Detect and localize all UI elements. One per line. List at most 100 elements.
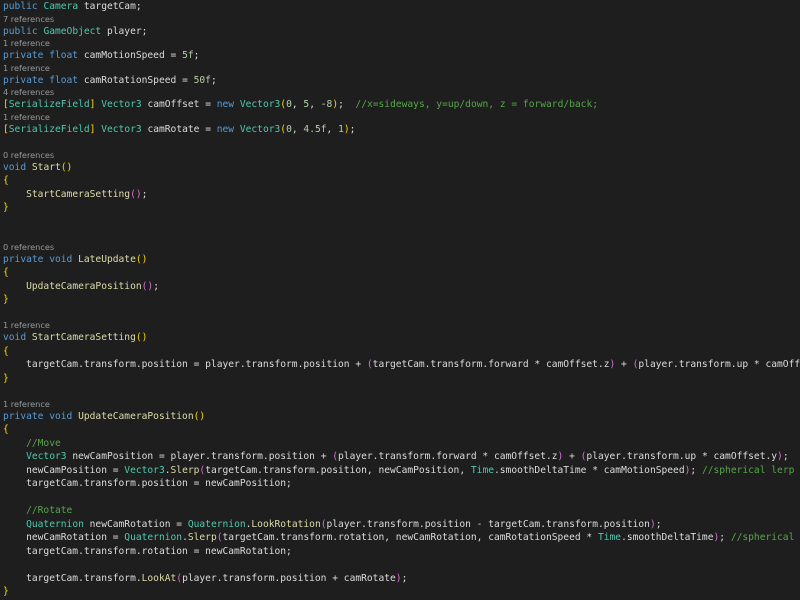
code-token: Vector3 [239, 123, 281, 135]
code-line[interactable]: } [3, 293, 800, 307]
code-token: newCamRotation = [3, 532, 125, 543]
codelens-references: 1 reference [3, 38, 50, 48]
code-token: camOffset = [147, 99, 217, 110]
code-token: targetCam.transform.position = newCamPos… [3, 478, 292, 489]
code-token: ; [153, 280, 159, 292]
code-line[interactable]: //Rotate [3, 504, 800, 518]
code-token: //x=sideways, y=up/down, z = forward/bac… [355, 99, 599, 110]
code-token: targetCam.transform.position = player.tr… [3, 359, 367, 370]
code-area[interactable]: public Camera targetCam; 7 references publ… [3, 0, 800, 599]
code-token: ; [655, 518, 662, 530]
code-token: StartCameraSetting [26, 188, 131, 200]
code-line[interactable]: } [3, 585, 800, 599]
code-token: , [326, 123, 339, 135]
code-line[interactable]: newCamRotation = Quaternion.Slerp(target… [3, 531, 800, 545]
code-token: targetCam.transform.forward * camOffset.… [372, 359, 610, 370]
code-token: ; [141, 188, 148, 200]
code-token: { [3, 175, 9, 186]
code-line[interactable]: [SerializeField] Vector3 camOffset = new… [3, 98, 800, 112]
codelens-references: 0 references [3, 241, 55, 252]
code-line[interactable]: private float camRotationSpeed = 50f; [3, 74, 800, 88]
code-token: { [3, 424, 9, 435]
codelens-references: 1 reference [3, 111, 50, 122]
code-token: newCamRotation = [89, 518, 188, 530]
code-line[interactable]: private void LateUpdate() [3, 253, 800, 267]
code-token: targetCam.transform.rotation = newCamRot… [3, 545, 292, 557]
code-line[interactable]: public Camera targetCam; [3, 0, 800, 14]
code-token: () [135, 253, 148, 265]
code-token: + [563, 451, 581, 462]
code-token: public [3, 1, 44, 12]
code-line[interactable]: Quaternion newCamRotation = Quaternion.L… [3, 518, 800, 532]
code-token: 50f [193, 74, 211, 86]
code-token: ; [401, 572, 408, 584]
code-token: } [3, 294, 9, 305]
code-line[interactable]: { [3, 174, 800, 188]
code-line[interactable]: targetCam.transform.position = player.tr… [3, 358, 800, 372]
codelens-references: 7 references [3, 13, 55, 24]
code-token: private void [3, 253, 79, 265]
code-token: Vector3 [101, 99, 148, 110]
code-editor[interactable]: public Camera targetCam; 7 references publ… [0, 0, 800, 600]
code-token: Camera [43, 1, 84, 12]
code-token: //spherical lerp smoothin [701, 464, 795, 476]
code-line[interactable]: Vector3 newCamPosition = player.transfor… [3, 450, 800, 464]
code-line[interactable]: newCamPosition = Vector3.Slerp(targetCam… [3, 464, 800, 478]
code-token: player.transform.position - targetCam.tr… [326, 518, 650, 530]
code-line[interactable]: UpdateCameraPosition(); [3, 280, 800, 294]
code-token: ] [89, 123, 102, 135]
code-token: private float [3, 74, 84, 86]
code-token: Quaternion [124, 532, 183, 543]
code-token: Vector3 [101, 123, 148, 135]
code-line[interactable]: { [3, 423, 800, 437]
code-line[interactable]: private void UpdateCameraPosition() [3, 410, 800, 424]
code-token: ] [89, 99, 102, 110]
code-token: //Rotate [26, 505, 73, 516]
code-token: Quaternion [26, 518, 90, 530]
code-token: targetCam; [83, 1, 142, 12]
code-line[interactable]: targetCam.transform.position = newCamPos… [3, 477, 800, 491]
code-line[interactable]: [SerializeField] Vector3 camRotate = new… [3, 123, 800, 137]
code-token: () [193, 410, 206, 422]
code-token: player.transform.forward * camOffset.z [338, 451, 558, 462]
code-token: ; [193, 50, 200, 61]
codelens-references: 0 references [3, 149, 55, 160]
code-token: LookAt [141, 572, 177, 584]
code-line[interactable]: { [3, 266, 800, 280]
code-token: , [291, 123, 304, 135]
code-token: new [216, 123, 240, 135]
code-line[interactable]: void Start() [3, 161, 800, 175]
code-token: Time [597, 532, 622, 543]
code-token: { [3, 267, 9, 278]
code-line[interactable]: { [3, 345, 800, 359]
code-line[interactable]: void StartCameraSetting() [3, 331, 800, 345]
code-token: UpdateCameraPosition [26, 280, 142, 292]
code-token: Vector3 [26, 451, 73, 462]
code-token: player.transform.up * camOffset.y [638, 359, 800, 370]
code-token: () [141, 280, 154, 292]
code-token: private void [3, 410, 79, 422]
code-token: SerializeField [8, 123, 90, 135]
code-line[interactable]: } [3, 372, 800, 386]
code-token: , - [309, 99, 327, 110]
code-line[interactable]: //Move [3, 437, 800, 451]
code-line[interactable]: } [3, 201, 800, 215]
code-token: new [216, 99, 240, 110]
code-line[interactable]: targetCam.transform.LookAt(player.transf… [3, 572, 800, 586]
code-token: 4.5f [303, 123, 327, 135]
code-token: Time [470, 464, 494, 476]
code-line[interactable]: targetCam.transform.rotation = newCamRot… [3, 545, 800, 559]
code-line[interactable]: StartCameraSetting(); [3, 188, 800, 202]
code-token: } [3, 202, 9, 213]
code-token: , [291, 99, 304, 110]
code-token: Start [31, 161, 61, 173]
code-token: } [3, 586, 9, 597]
code-line[interactable]: private float camMotionSpeed = 5f; [3, 49, 800, 63]
code-token: camMotionSpeed = [83, 50, 183, 61]
code-line[interactable]: public GameObject player; [3, 25, 800, 39]
code-token: } [3, 372, 9, 384]
